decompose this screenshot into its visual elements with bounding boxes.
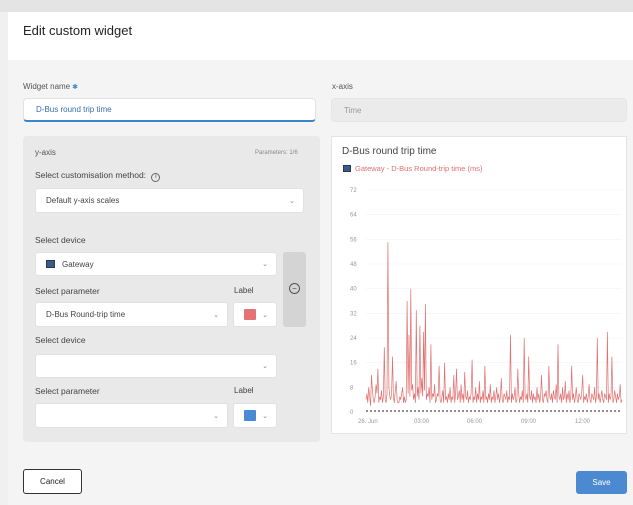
widget-name-label: Widget name ✱	[23, 82, 79, 91]
x-axis-input: Time	[331, 98, 627, 122]
y-tick-label: 72	[350, 188, 357, 194]
y-tick-label: 24	[350, 336, 357, 342]
device-icon	[343, 165, 351, 172]
chart-legend[interactable]: Gateway - D-Bus Round-trip time (ms)	[343, 164, 483, 173]
cancel-button[interactable]: Cancel	[23, 469, 82, 494]
y-tick-label: 48	[350, 262, 357, 268]
required-icon: ✱	[72, 84, 79, 91]
y-tick-label: 56	[350, 237, 357, 243]
dialog-title: Edit custom widget	[23, 23, 133, 38]
x-tick-label: 12:00	[575, 419, 591, 425]
parameter-select[interactable]: ⌄	[35, 403, 228, 428]
remove-parameter-icon[interactable]: −	[289, 283, 300, 294]
device-select[interactable]: Gateway ⌄	[35, 252, 277, 276]
chevron-down-icon: ⌄	[262, 412, 268, 420]
series-line	[365, 242, 623, 406]
info-icon[interactable]: i	[151, 173, 161, 182]
select-device-label: Select device	[35, 335, 86, 345]
chart-title: D-Bus round trip time	[342, 146, 437, 157]
y-tick-label: 64	[350, 213, 357, 219]
label-color-select[interactable]: ⌄	[233, 302, 277, 327]
chevron-down-icon: ⌄	[262, 363, 268, 370]
device-icon	[46, 260, 55, 268]
select-parameter-label: Select parameter	[35, 386, 100, 396]
y-tick-label: 0	[350, 410, 354, 416]
chevron-down-icon: ⌄	[262, 261, 268, 268]
color-swatch	[244, 410, 256, 421]
chevron-down-icon: ⌄	[213, 311, 219, 319]
top-bar	[0, 0, 633, 12]
chart-plot: 72 64 56 48 40 32 24 16 8 0 26. Jun 03:00 06:00 09:00…	[350, 188, 623, 425]
parameters-count: Parameters: 1/6	[255, 150, 298, 156]
device-select[interactable]: ⌄	[35, 354, 277, 378]
x-tick-label: 06:00	[467, 419, 483, 425]
label-color-select[interactable]: ⌄	[233, 403, 277, 428]
y-tick-label: 8	[350, 385, 354, 391]
x-tick-label: 03:00	[414, 419, 430, 425]
chevron-down-icon: ⌄	[262, 311, 268, 319]
select-device-label: Select device	[35, 235, 86, 245]
y-tick-label: 32	[350, 311, 357, 317]
chevron-down-icon: ⌄	[289, 197, 295, 205]
chevron-down-icon: ⌄	[213, 412, 219, 420]
parameter-select[interactable]: D-Bus Round-trip time ⌄	[35, 302, 228, 327]
select-parameter-label: Select parameter	[35, 286, 100, 296]
x-tick-label: 26. Jun	[358, 419, 378, 425]
label-header: Label	[234, 386, 254, 395]
y-tick-label: 40	[350, 287, 357, 293]
widget-name-input[interactable]: D-Bus round trip time	[23, 98, 316, 122]
x-axis-label: x-axis	[332, 82, 353, 91]
label-header: Label	[234, 286, 254, 295]
x-tick-label: 09:00	[521, 419, 537, 425]
customisation-method-select[interactable]: Default y-axis scales ⌄	[35, 188, 304, 213]
color-swatch	[244, 309, 256, 320]
save-button[interactable]: Save	[576, 471, 627, 494]
y-axis-label: y-axis	[35, 148, 56, 157]
customisation-method-label: Select customisation method: i	[35, 170, 161, 182]
y-tick-label: 16	[350, 361, 357, 367]
